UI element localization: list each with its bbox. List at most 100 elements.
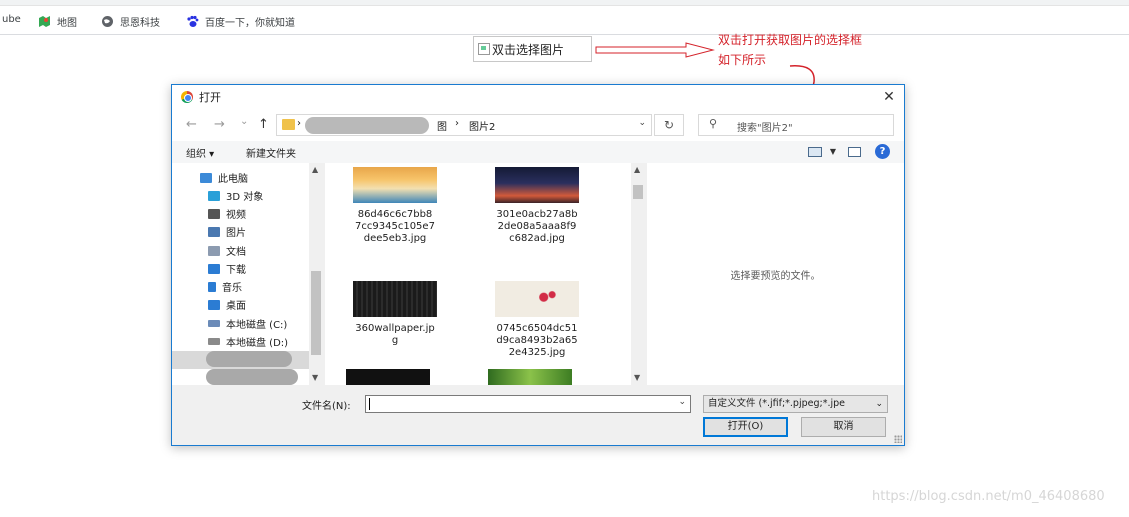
tree-item-music[interactable]: 音乐 [208,279,242,294]
file-item[interactable]: 360wallpaper.jp g [345,281,445,347]
navigation-row: ← → ⌄ ↑ › 图 › 图片2 ⌄ ↻ ⚲ 搜索"图片2" [172,109,904,141]
view-mode-icon[interactable] [807,146,822,157]
chevron-down-icon[interactable]: ⌄ [638,118,646,128]
navigation-scrollbar[interactable]: ▲ ▼ [309,163,323,385]
tree-item-label: 桌面 [226,301,246,312]
new-folder-button[interactable]: 新建文件夹 [246,145,296,160]
file-list: 86d46c6c7bb8 7cc9345c105e7 dee5eb3.jpg 3… [325,163,645,385]
cancel-button[interactable]: 取消 [801,417,886,437]
blurred-tree-item [206,369,298,385]
scroll-up-icon[interactable]: ▲ [312,165,318,174]
documents-icon [208,245,220,256]
file-list-scrollbar[interactable]: ▲ ▼ [631,163,645,385]
bookmark-siensi[interactable]: 思恩科技 [101,14,160,29]
text-caret [369,398,370,410]
breadcrumb-separator: › [455,118,459,129]
recent-locations-button[interactable]: ⌄ [240,116,248,127]
drive-c-icon [208,320,220,327]
breadcrumb-folder[interactable]: 图片2 [469,118,495,133]
bookmark-youtube[interactable]: ube [2,14,21,25]
file-name: 301e0acb27a8b 2de08a5aaa8f9 c682ad.jpg [496,209,578,244]
tree-item-drive-c[interactable]: 本地磁盘 (C:) [208,316,287,331]
maps-icon [38,15,51,28]
download-icon [208,263,220,274]
preview-placeholder: 选择要预览的文件。 [730,271,821,282]
bookmark-label: 思恩科技 [120,18,160,29]
breadcrumb-separator: › [297,118,301,129]
scroll-down-icon[interactable]: ▼ [634,373,640,382]
file-thumbnail [495,281,579,317]
forward-button[interactable]: → [214,117,225,132]
tree-item-3d-objects[interactable]: 3D 对象 [208,188,263,203]
tree-item-downloads[interactable]: 下载 [208,261,246,276]
up-button[interactable]: ↑ [258,117,269,132]
open-button[interactable]: 打开(O) [703,417,788,437]
close-button[interactable]: ✕ [874,85,904,109]
globe-icon [101,15,114,28]
file-item[interactable]: 86d46c6c7bb8 7cc9345c105e7 dee5eb3.jpg [345,167,445,245]
broken-image-icon [478,43,490,55]
breadcrumb-pictures[interactable]: 图 [437,118,447,133]
tree-item-pictures[interactable]: 图片 [208,224,246,239]
preview-pane-icon[interactable] [848,146,861,157]
video-icon [208,208,220,219]
bookmarks-bar: ube 地图 思恩科技 百度一下，你就知道 [0,7,1129,35]
open-file-dialog: 打开 ✕ ← → ⌄ ↑ › 图 › 图片2 ⌄ ↻ ⚲ 搜索"图片2" 组织 … [171,84,905,446]
bookmark-baidu[interactable]: 百度一下，你就知道 [186,14,295,29]
dialog-titlebar: 打开 ✕ [172,85,904,109]
file-thumbnail [353,281,437,317]
tree-item-desktop[interactable]: 桌面 [208,297,246,312]
blurred-path [305,117,429,134]
search-input[interactable]: ⚲ 搜索"图片2" [698,114,894,136]
browser-tab-strip [0,0,1129,6]
file-name: 0745c6504dc51 d9ca8493b2a65 2e4325.jpg [496,323,578,358]
broken-image-alt: 双击选择图片 [492,42,565,57]
computer-icon [200,172,212,183]
resize-grip[interactable] [894,435,902,443]
file-type-value: 自定义文件 (*.jfif;*.pjpeg;*.jpe [708,398,845,409]
chevron-down-icon: ⌄ [875,399,883,409]
bookmark-label: ube [2,14,21,25]
tree-item-label: 3D 对象 [226,192,264,203]
bookmark-label: 百度一下，你就知道 [205,18,295,29]
scroll-up-icon[interactable]: ▲ [634,165,640,174]
scroll-down-icon[interactable]: ▼ [312,373,318,382]
file-thumbnail-partial [346,369,430,385]
file-thumbnail [353,167,437,203]
tree-item-drive-d[interactable]: 本地磁盘 (D:) [208,334,288,349]
tree-item-label: 此电脑 [218,174,248,185]
annotation-arrow [595,42,715,58]
scroll-thumb[interactable] [311,271,321,355]
filename-label: 文件名(N): [302,401,351,412]
folder-icon [282,119,295,130]
select-image-trigger[interactable]: 双击选择图片 [473,36,592,62]
search-placeholder: 搜索"图片2" [737,123,793,134]
filename-input[interactable]: ⌄ [365,395,691,413]
tree-item-label: 本地磁盘 (D:) [226,338,289,349]
tree-item-this-pc[interactable]: 此电脑 [200,170,248,185]
cube-icon [208,190,220,201]
bookmark-maps[interactable]: 地图 [38,14,77,29]
chevron-down-icon[interactable]: ⌄ [678,397,686,407]
refresh-button[interactable]: ↻ [654,114,684,136]
scroll-thumb[interactable] [633,185,643,199]
tree-item-label: 图片 [226,228,246,239]
tree-item-label: 文档 [226,247,246,258]
file-type-select[interactable]: 自定义文件 (*.jfif;*.pjpeg;*.jpe ⌄ [703,395,888,413]
file-item[interactable]: 0745c6504dc51 d9ca8493b2a65 2e4325.jpg [487,281,587,359]
bookmark-label: 地图 [57,18,77,29]
back-button[interactable]: ← [186,117,197,132]
tree-item-label: 音乐 [222,283,242,294]
tree-item-documents[interactable]: 文档 [208,243,246,258]
watermark: https://blog.csdn.net/m0_46408680 [872,489,1105,504]
tree-item-videos[interactable]: 视频 [208,206,246,221]
file-item[interactable]: 301e0acb27a8b 2de08a5aaa8f9 c682ad.jpg [487,167,587,245]
view-controls: ▼ ? [796,144,890,159]
tree-item-label: 本地磁盘 (C:) [226,320,288,331]
help-icon[interactable]: ? [875,144,890,159]
dialog-title: 打开 [199,91,221,104]
organize-menu[interactable]: 组织 ▾ [186,145,214,160]
address-bar[interactable]: › 图 › 图片2 ⌄ [276,114,652,136]
search-icon: ⚲ [709,117,718,130]
chevron-down-icon[interactable]: ▼ [830,147,836,156]
